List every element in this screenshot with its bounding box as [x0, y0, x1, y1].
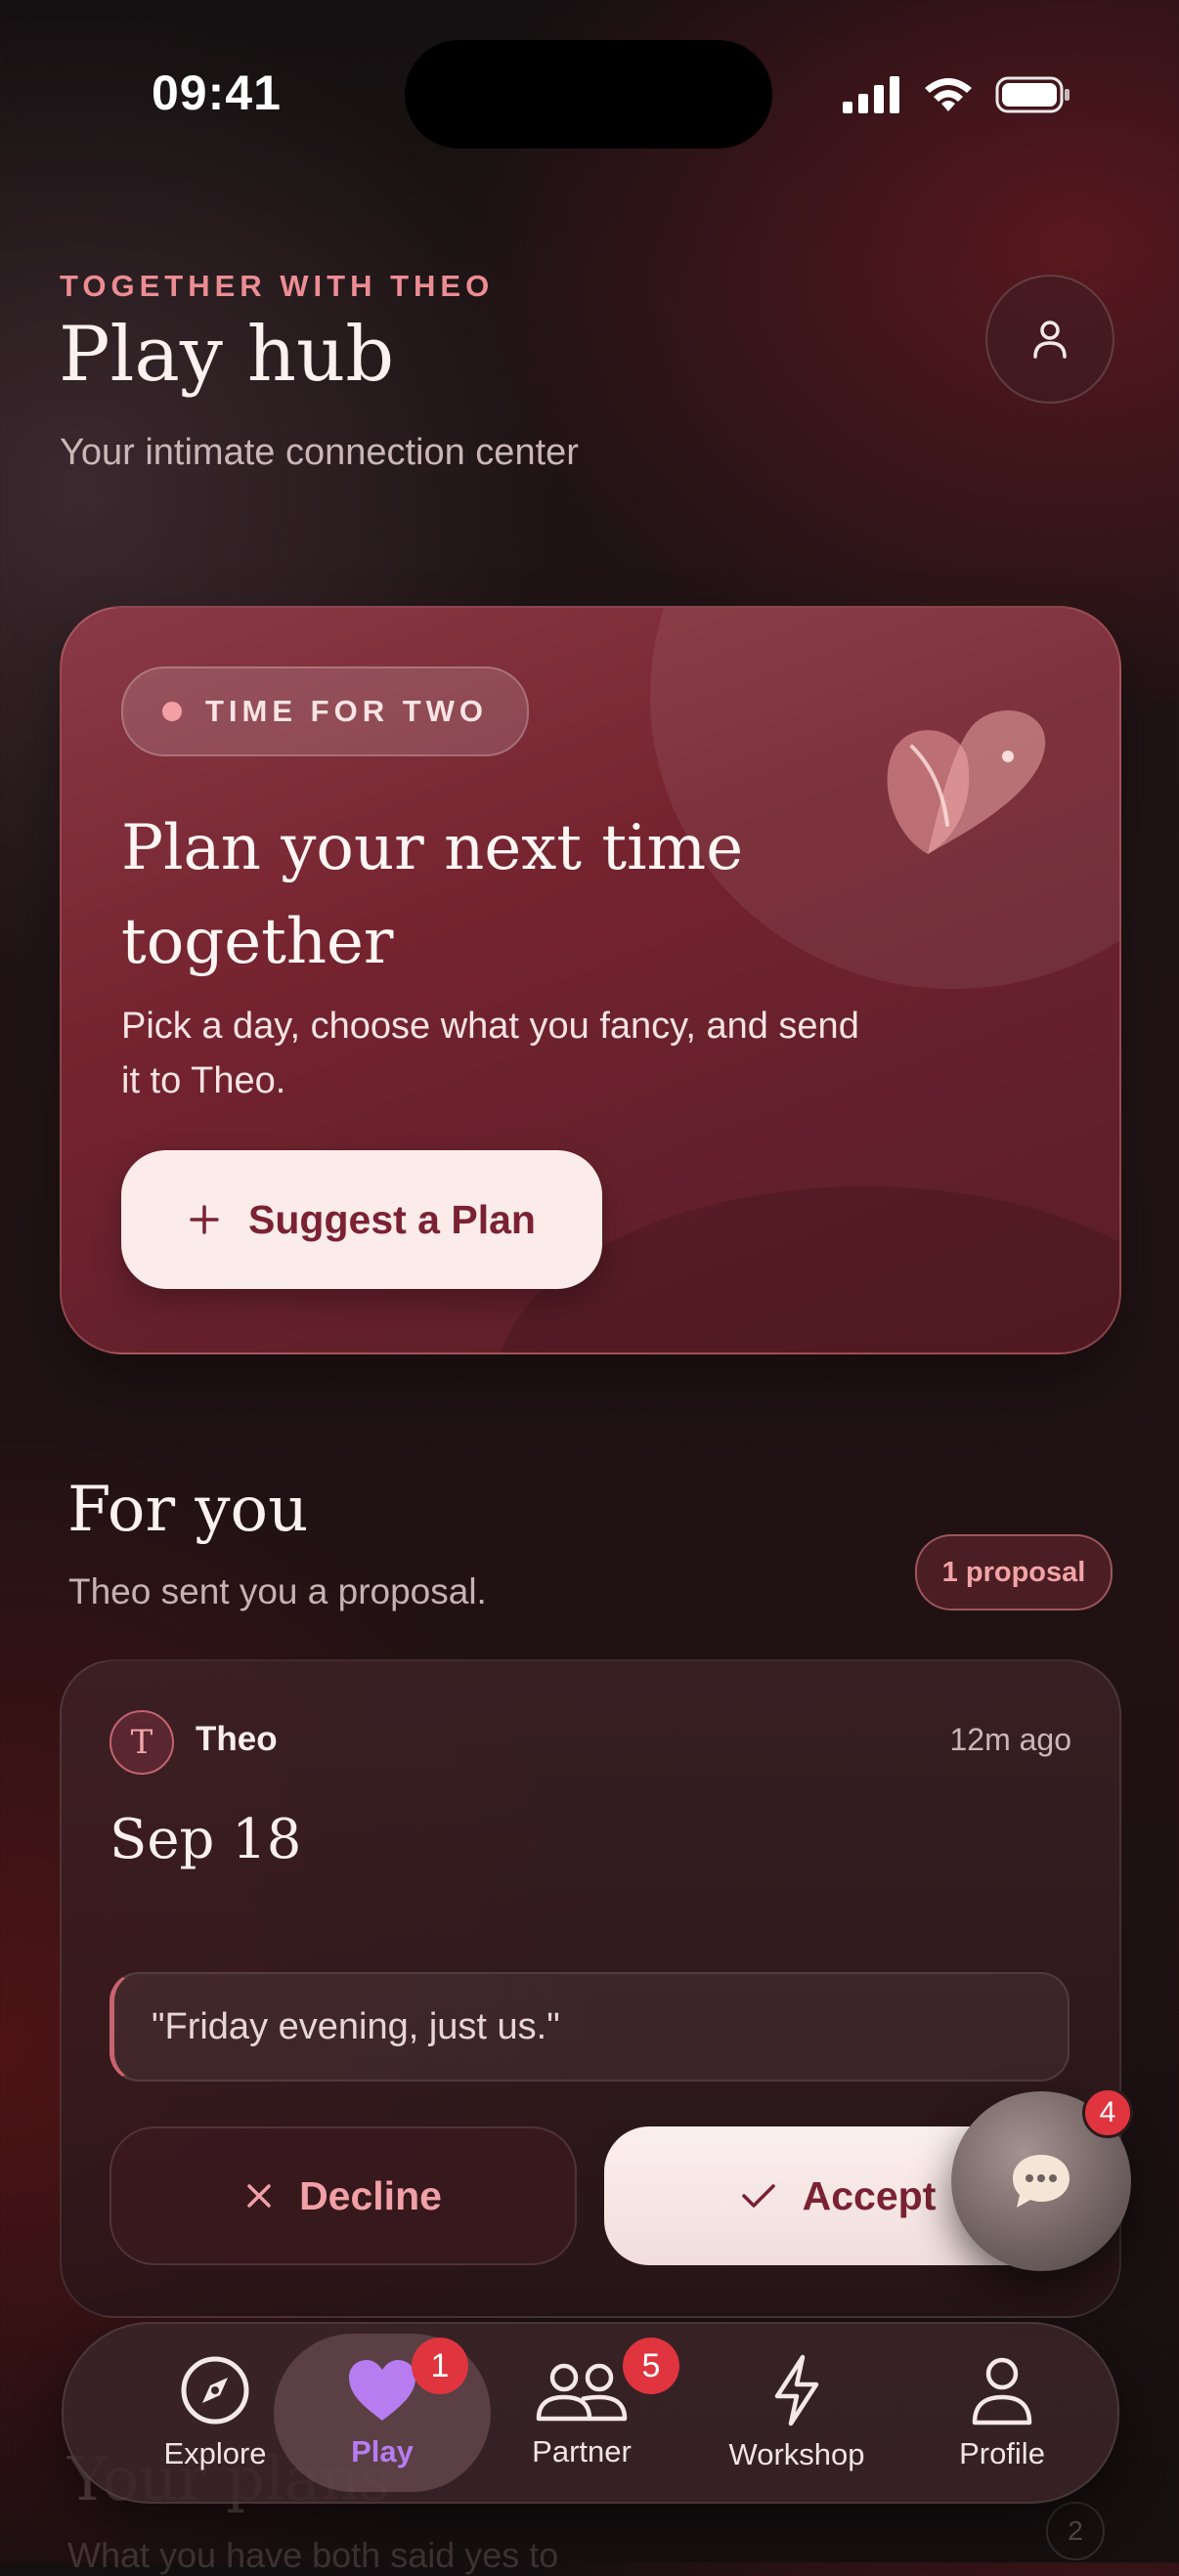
- plan-hero-card: TIME FOR TWO Plan your next time togethe…: [60, 606, 1121, 1354]
- section-subtitle-your-plans: What you have both said yes to: [67, 2535, 559, 2575]
- person-icon: [1033, 321, 1067, 359]
- close-icon: [247, 2184, 271, 2208]
- heart-icon: [349, 2360, 415, 2421]
- proposal-sender: Theo: [196, 1720, 278, 1758]
- hearts-illustration-icon: [873, 688, 1059, 874]
- status-icons: [843, 70, 1071, 119]
- proposal-time: 12m ago: [949, 1722, 1071, 1757]
- section-title-for-you: For you: [67, 1474, 309, 1546]
- page-title: Play hub: [59, 311, 395, 399]
- tab-play-label: Play: [351, 2434, 414, 2469]
- hero-tag-label: TIME FOR TWO: [205, 694, 489, 728]
- hero-heading: Plan your next time together: [121, 812, 744, 978]
- tab-profile[interactable]: Profile: [914, 2324, 1090, 2502]
- proposal-count-badge: 1 proposal: [915, 1534, 1113, 1610]
- profile-button[interactable]: [985, 275, 1114, 404]
- tab-profile-label: Profile: [959, 2436, 1045, 2470]
- battery-icon: [995, 76, 1070, 113]
- tab-bar: Explore Play 1 Partner 5 Workshop Profil…: [62, 2322, 1119, 2504]
- section-subtitle-for-you: Theo sent you a proposal.: [68, 1571, 487, 1611]
- check-icon: [741, 2184, 775, 2208]
- hero-description: Pick a day, choose what you fancy, and s…: [121, 1006, 859, 1101]
- tab-workshop-label: Workshop: [728, 2437, 865, 2471]
- suggest-plan-label: Suggest a Plan: [248, 1196, 536, 1242]
- chat-bubble-icon: [1013, 2155, 1070, 2208]
- accept-label: Accept: [802, 2172, 937, 2218]
- status-time: 09:41: [152, 65, 282, 120]
- person-icon: [972, 2357, 1032, 2426]
- tab-explore[interactable]: Explore: [127, 2324, 303, 2502]
- suggest-plan-button[interactable]: Suggest a Plan: [121, 1150, 602, 1289]
- dot-icon: [162, 702, 182, 721]
- plans-count-badge: 2: [1046, 2502, 1105, 2560]
- decline-label: Decline: [299, 2172, 442, 2218]
- bolt-icon: [774, 2354, 819, 2426]
- tab-play[interactable]: Play 1: [294, 2324, 470, 2502]
- tab-workshop[interactable]: Workshop: [699, 2324, 895, 2502]
- tab-explore-label: Explore: [163, 2436, 267, 2470]
- page-subtitle: Your intimate connection center: [60, 432, 579, 473]
- tab-partner-badge: 5: [623, 2338, 679, 2394]
- chat-unread-badge: 4: [1082, 2087, 1133, 2138]
- compass-icon: [181, 2356, 249, 2425]
- wifi-icon: [925, 78, 972, 111]
- signal-icon: [843, 76, 899, 113]
- tab-partner-label: Partner: [532, 2434, 632, 2469]
- avatar: T: [109, 1710, 174, 1775]
- dynamic-island: [405, 40, 772, 149]
- tab-partner[interactable]: Partner 5: [494, 2324, 679, 2502]
- plus-icon: [190, 1205, 219, 1234]
- tab-play-badge: 1: [412, 2338, 468, 2394]
- hero-tag: TIME FOR TWO: [121, 666, 530, 756]
- people-icon: [536, 2363, 628, 2422]
- proposal-message: "Friday evening, just us.": [109, 1972, 1070, 2082]
- header-eyebrow: TOGETHER WITH THEO: [60, 269, 495, 303]
- decline-button[interactable]: Decline: [109, 2126, 577, 2265]
- proposal-date: Sep 18: [109, 1808, 302, 1871]
